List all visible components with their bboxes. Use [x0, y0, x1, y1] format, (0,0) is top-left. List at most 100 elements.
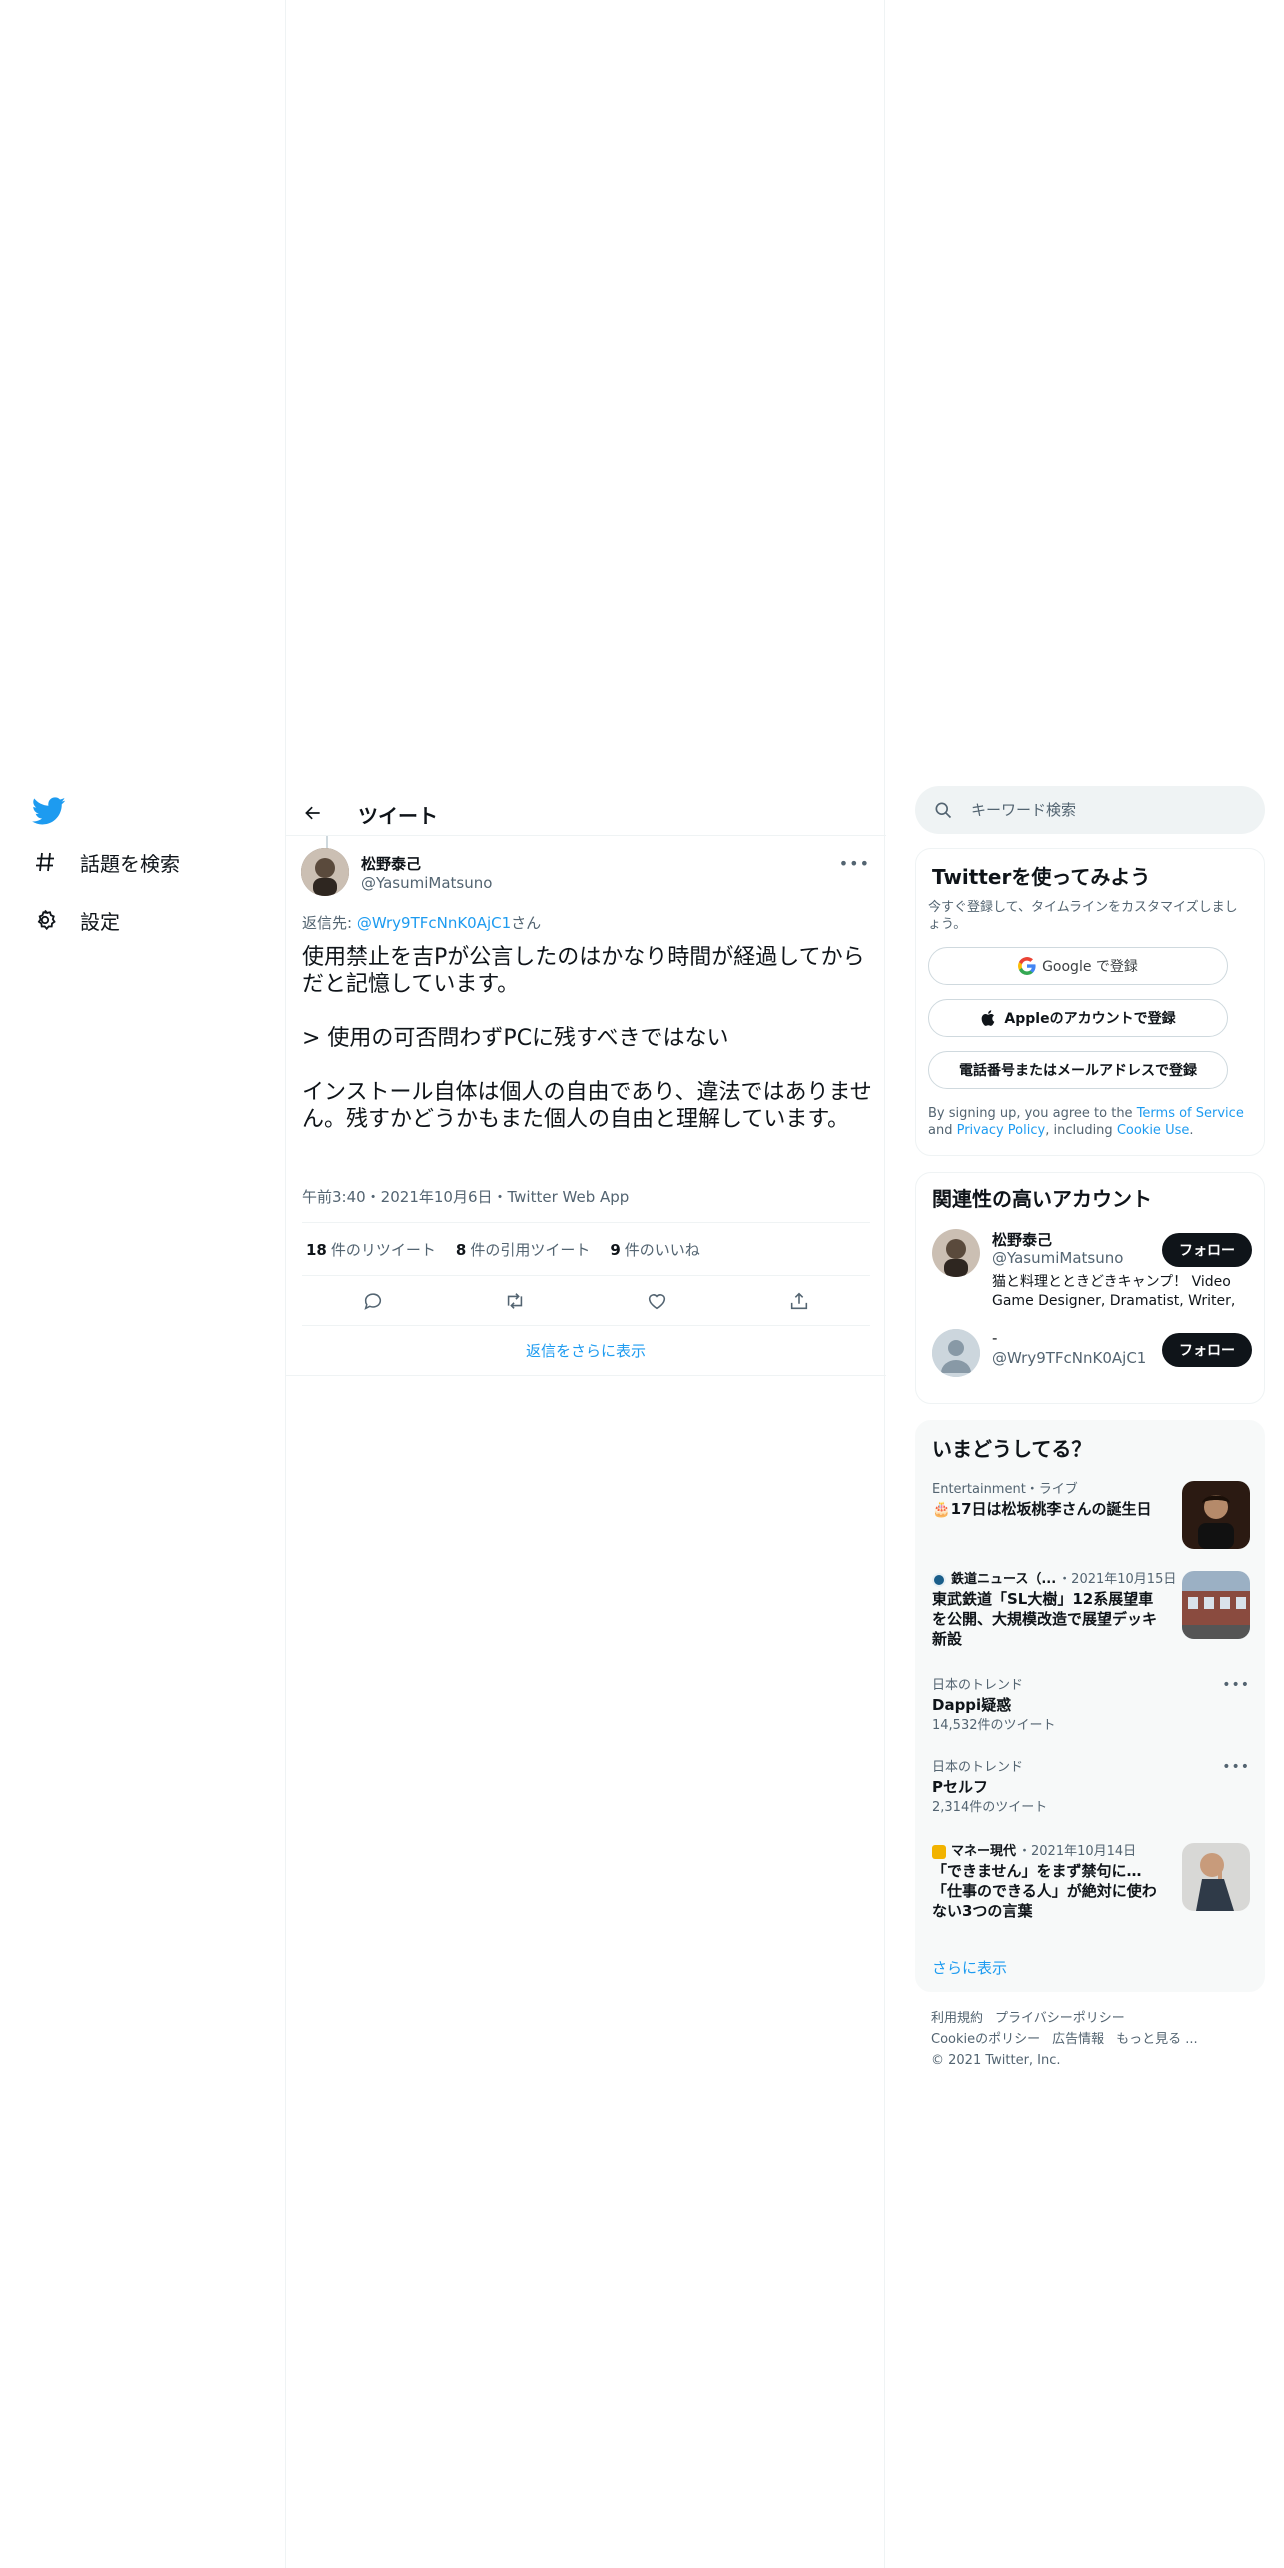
trend-date: ・2021年10月14日	[1018, 1844, 1137, 1859]
follow-button[interactable]: フォロー	[1162, 1233, 1252, 1267]
search-input[interactable]	[971, 786, 1251, 834]
trend-thumbnail	[1182, 1571, 1250, 1639]
footer: 利用規約 プライバシーポリシー Cookieのポリシー 広告情報 もっと見る ... …	[931, 2008, 1251, 2071]
follow-button[interactable]: フォロー	[1162, 1333, 1252, 1367]
reply-button[interactable]	[359, 1287, 387, 1315]
footer-link-cookie[interactable]: Cookieのポリシー	[931, 2032, 1040, 2047]
google-signup-button[interactable]: Google で登録	[928, 947, 1228, 985]
trend-count: 2,314件のツイート	[932, 1800, 1048, 1815]
trend-count: 14,532件のツイート	[932, 1718, 1056, 1733]
page-title: ツイート	[358, 804, 438, 828]
trend-item[interactable]: 日本のトレンド Pセルフ 2,314件のツイート •••	[932, 1759, 1250, 1821]
gear-icon	[32, 907, 58, 933]
account-name: -	[992, 1329, 998, 1347]
nav-item-label: 設定	[80, 909, 120, 934]
related-title: 関連性の高いアカウント	[932, 1187, 1152, 1211]
retweets-stat[interactable]: 18 件のリツイート	[306, 1239, 436, 1260]
account-item[interactable]: - @Wry9TFcNnK0AjC1 フォロー	[932, 1329, 1252, 1385]
trend-title: 「できません」をまず禁句に…「仕事のできる人」が絶対に使わない3つの言葉	[932, 1862, 1157, 1920]
footer-link-privacy[interactable]: プライバシーポリシー	[995, 2011, 1125, 2026]
twitter-logo-icon[interactable]	[31, 794, 66, 828]
trend-source: 鉄道ニュース（...	[951, 1572, 1057, 1587]
signup-legal-text: By signing up, you agree to the Terms of…	[928, 1105, 1248, 1139]
trends-title: いまどうしてる？	[932, 1437, 1092, 1461]
trend-item[interactable]: 日本のトレンド Dappi疑惑 14,532件のツイート •••	[932, 1677, 1250, 1739]
terms-link[interactable]: Terms of Service	[1137, 1106, 1244, 1121]
nav-item-label: 話題を検索	[80, 851, 180, 876]
trend-thumbnail	[1182, 1843, 1250, 1911]
trend-item[interactable]: 鉄道ニュース（... ・2021年10月15日 東武鉄道「SL大樹」12系展望車を…	[932, 1571, 1250, 1653]
trend-source: マネー現代	[951, 1844, 1017, 1859]
nav-item-settings[interactable]: 設定	[32, 900, 120, 940]
default-avatar-icon[interactable]	[932, 1329, 980, 1377]
tweet-timestamp[interactable]: 午前3:40・2021年10月6日・Twitter Web App	[302, 1186, 629, 1207]
trend-title: 🎂17日は松坂桃李さんの誕生日	[932, 1500, 1152, 1518]
share-button[interactable]	[785, 1287, 813, 1315]
arrow-left-icon	[305, 806, 320, 820]
author-name[interactable]: 松野泰己	[361, 853, 421, 874]
retweet-button[interactable]	[501, 1287, 529, 1315]
related-accounts-card: 関連性の高いアカウント 松野泰己 @YasumiMatsuno 猫と料理とときど…	[915, 1172, 1265, 1404]
legal-text: , including	[1045, 1123, 1117, 1138]
signup-card: Twitterを使ってみよう 今すぐ登録して、タイムラインをカスタマイズしましょ…	[915, 848, 1265, 1156]
cookie-link[interactable]: Cookie Use	[1117, 1123, 1190, 1138]
legal-text: and	[928, 1123, 957, 1138]
more-options-icon[interactable]: •••	[1222, 1677, 1250, 1693]
signup-title: Twitterを使ってみよう	[932, 865, 1151, 889]
quotes-label: 件の引用ツイート	[470, 1240, 591, 1259]
heart-icon	[648, 1293, 666, 1309]
reply-icon	[364, 1292, 382, 1310]
tweet-actions	[302, 1276, 870, 1326]
show-more-replies-link[interactable]: 返信をさらに表示	[286, 1326, 886, 1376]
show-more-trends-link[interactable]: さらに表示	[932, 1957, 1007, 1978]
footer-link-more[interactable]: もっと見る ...	[1116, 2032, 1198, 2047]
trend-item[interactable]: マネー現代 ・2021年10月14日 「できません」をまず禁句に…「仕事のできる人…	[932, 1843, 1250, 1925]
trend-date: ・2021年10月15日	[1058, 1572, 1177, 1587]
apple-icon	[980, 1009, 998, 1027]
phone-email-signup-button[interactable]: 電話番号またはメールアドレスで登録	[928, 1051, 1228, 1089]
thread-line	[326, 836, 328, 848]
google-signup-label: Google で登録	[1042, 959, 1138, 975]
search-icon	[935, 802, 952, 819]
tweet-stats: 18 件のリツイート 8 件の引用ツイート 9 件のいいね	[302, 1222, 870, 1276]
reply-prefix: 返信先:	[302, 914, 357, 932]
more-options-icon[interactable]: •••	[1222, 1759, 1250, 1775]
search-box[interactable]	[915, 786, 1265, 834]
nav-item-explore[interactable]: 話題を検索	[32, 842, 180, 882]
news-source-icon	[932, 1573, 946, 1587]
copyright: © 2021 Twitter, Inc.	[931, 2053, 1061, 2068]
like-button[interactable]	[643, 1287, 671, 1315]
trend-item[interactable]: Entertainment・ライブ 🎂17日は松坂桃李さんの誕生日	[932, 1481, 1250, 1551]
signup-subtitle: 今すぐ登録して、タイムラインをカスタマイズしましょう。	[928, 900, 1238, 932]
retweets-count: 18	[306, 1240, 327, 1259]
apple-signup-button[interactable]: Appleのアカウントで登録	[928, 999, 1228, 1037]
author-handle[interactable]: @YasumiMatsuno	[361, 874, 492, 892]
hashtag-icon	[32, 849, 58, 875]
retweet-icon	[507, 1292, 523, 1309]
account-handle: @YasumiMatsuno	[992, 1249, 1124, 1267]
back-button[interactable]	[300, 800, 326, 826]
share-icon	[790, 1292, 808, 1309]
trend-context: 日本のトレンド	[932, 1760, 1024, 1775]
tweet-text: 使用禁止を吉Pが公言したのはかなり時間が経過してからだと記憶しています。 > 使…	[302, 945, 872, 1132]
footer-link-terms[interactable]: 利用規約	[931, 2011, 983, 2026]
page-header: ツイート	[286, 790, 886, 836]
likes-label: 件のいいね	[624, 1240, 700, 1259]
retweets-label: 件のリツイート	[330, 1240, 436, 1259]
avatar[interactable]	[301, 848, 349, 896]
likes-stat[interactable]: 9 件のいいね	[610, 1239, 699, 1260]
reply-mention-link[interactable]: @Wry9TFcNnK0AjC1	[357, 914, 511, 932]
reply-context: 返信先: @Wry9TFcNnK0AjC1さん	[302, 912, 541, 933]
legal-text: .	[1189, 1123, 1194, 1138]
main-column: ツイート 松野泰己 @YasumiMatsuno ••• 返信先: @Wry9T…	[285, 0, 886, 2568]
trend-thumbnail	[1182, 1481, 1250, 1549]
avatar[interactable]	[932, 1229, 980, 1277]
quotes-stat[interactable]: 8 件の引用ツイート	[456, 1239, 590, 1260]
more-options-icon[interactable]: •••	[839, 854, 870, 873]
footer-link-ads[interactable]: 広告情報	[1052, 2032, 1104, 2047]
reply-suffix: さん	[511, 914, 542, 932]
trend-context: 日本のトレンド	[932, 1678, 1024, 1693]
account-item[interactable]: 松野泰己 @YasumiMatsuno 猫と料理とときどきキャンプ！ Video…	[932, 1229, 1252, 1319]
trend-title: 東武鉄道「SL大樹」12系展望車を公開、大規模改造で展望デッキ新設	[932, 1590, 1158, 1648]
privacy-link[interactable]: Privacy Policy	[957, 1123, 1046, 1138]
